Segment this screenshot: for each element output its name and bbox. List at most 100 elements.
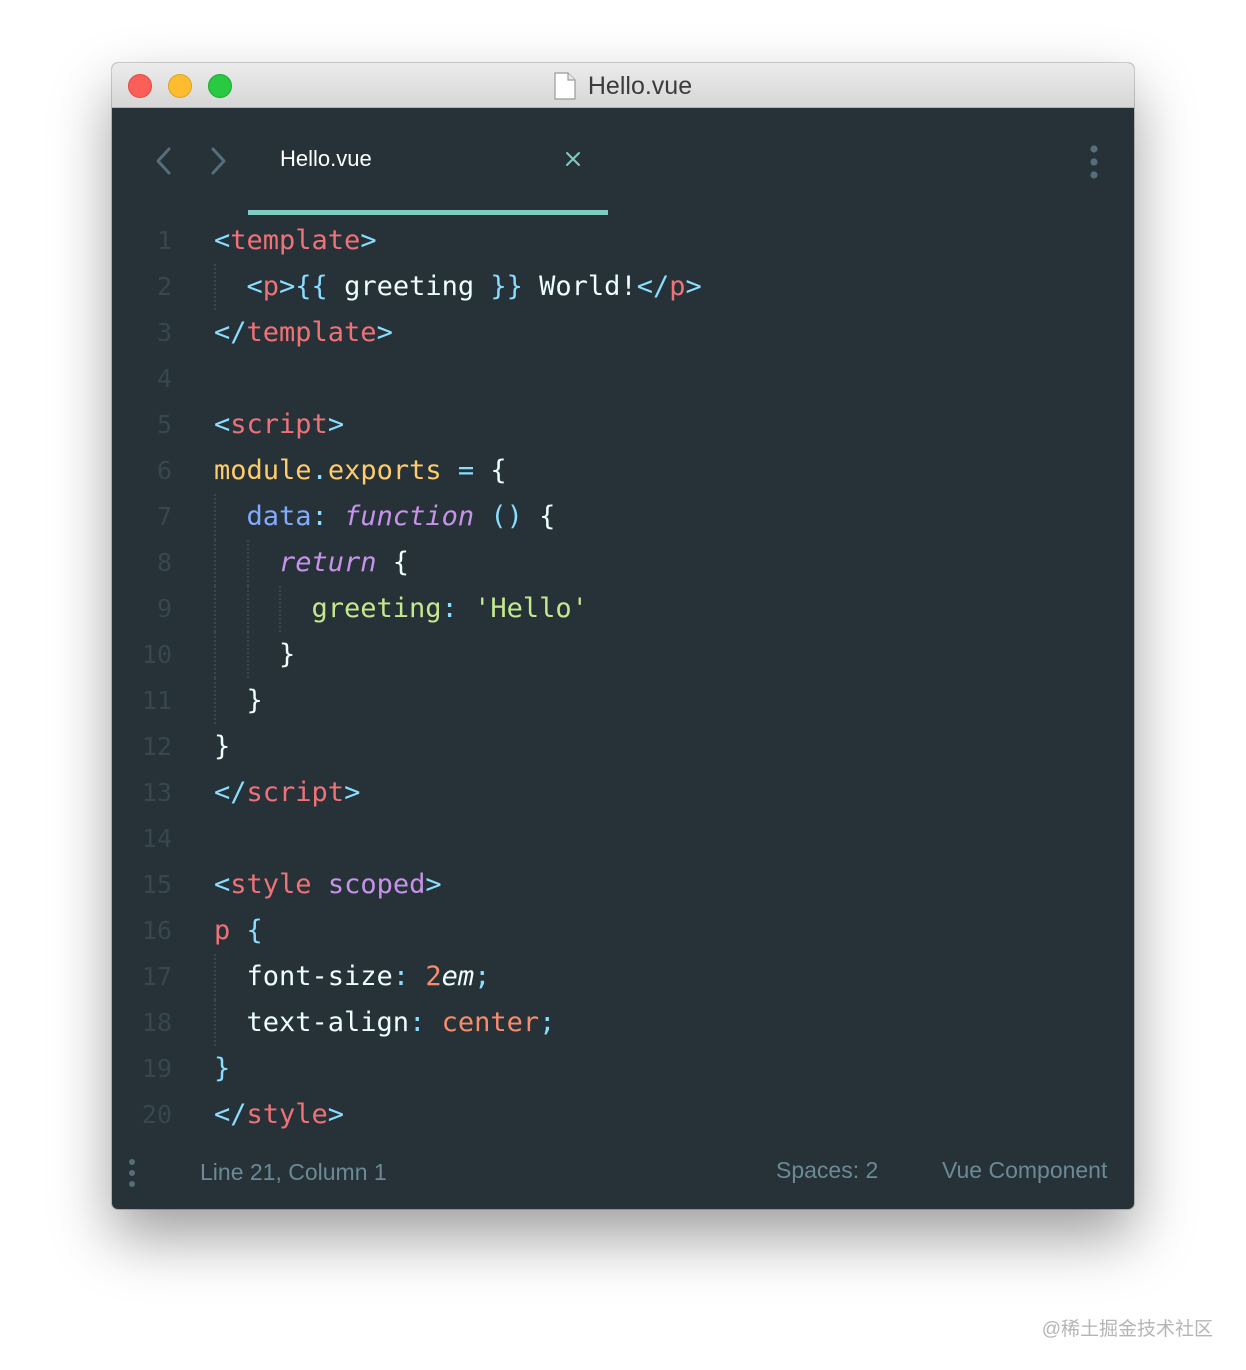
editor-window: Hello.vue Hello.vue 1 <template> 2 <p>{{ gr… [112,63,1134,1209]
code-line[interactable]: 14 [112,816,1134,862]
indentation-setting[interactable]: Spaces: 2 [776,1157,878,1184]
code-editor[interactable]: 1 <template> 2 <p>{{ greeting }} World!</p>… [112,218,1134,1138]
document-icon [554,72,576,100]
code-line[interactable]: 20 </style> [112,1092,1134,1138]
indent-guide [214,264,216,310]
code-token: World! [522,271,637,302]
code-line[interactable]: 1 <template> [112,218,1134,264]
line-number: 1 [156,226,172,255]
vertical-dots-icon[interactable] [1084,144,1104,180]
code-token: ; [474,961,491,992]
code-token: data [246,501,312,532]
watermark: @稀土掘金技术社区 [1041,1319,1213,1340]
indent-guide [214,954,216,1000]
code-token: > [425,869,442,900]
code-line[interactable]: 19} [112,1046,1134,1092]
code-text: } [214,731,230,763]
code-token: = [457,455,475,486]
code-token: > [360,225,377,256]
code-token: </ [214,317,247,348]
line-number: 16 [141,916,172,945]
code-line[interactable]: 8 return { [112,540,1134,586]
line-number: 12 [141,732,172,761]
cursor-position[interactable]: Line 21, Column 1 [200,1159,387,1186]
chevron-left-icon[interactable] [152,144,176,178]
code-token: > [685,271,702,302]
code-token: </ [214,777,247,808]
code-line[interactable]: 7 data: function () { [112,494,1134,540]
code-text: } [279,639,295,671]
code-line[interactable]: 11} [112,678,1134,724]
code-text: data: function () { [247,501,556,533]
code-line[interactable]: 17 font-size: 2em; [112,954,1134,1000]
code-token: } [246,685,263,716]
chevron-right-icon[interactable] [206,144,230,178]
code-token: { [246,915,263,946]
code-line[interactable]: 5 <script> [112,402,1134,448]
code-line[interactable]: 10} [112,632,1134,678]
code-token: module [214,455,312,486]
code-token: </ [214,1099,247,1130]
indent-guide [214,1000,216,1046]
code-text: } [214,1053,230,1085]
code-token: > [376,317,393,348]
line-number: 3 [156,318,172,347]
indent-guide [246,586,249,632]
code-line[interactable]: 3 </template> [112,310,1134,356]
code-token: } [214,1053,231,1084]
indent-guide [246,632,249,678]
code-token: : [311,501,328,532]
line-number: 6 [156,456,172,485]
code-line[interactable]: 9 greeting: 'Hello' [112,586,1134,632]
code-line[interactable]: 13 </script> [112,770,1134,816]
line-number: 15 [141,870,172,899]
code-token: center [441,1007,540,1038]
tab-hello-vue[interactable]: Hello.vue [248,108,608,216]
code-line[interactable]: 15 <style scoped> [112,862,1134,908]
line-number: 8 [156,548,172,577]
code-token: { [522,501,556,532]
code-text: module.exports = { [214,455,507,487]
code-token: </ [636,271,670,302]
code-text: </style> [214,1099,344,1131]
vertical-dots-icon[interactable] [126,1158,138,1188]
code-line[interactable]: 18 text-align: center; [112,1000,1134,1046]
indent-guide [214,632,216,678]
line-number: 18 [141,1008,172,1037]
code-text: <p>{{ greeting }} World!</p> [247,271,702,303]
code-token: template [230,225,361,256]
code-token: scoped [327,869,426,900]
code-token: greeting [311,593,442,624]
indent-guide [279,586,281,632]
indent-guide [214,586,216,632]
code-token: template [246,317,377,348]
code-line[interactable]: 6 module.exports = { [112,448,1134,494]
code-text: <template> [214,225,377,257]
code-line[interactable]: 16 p { [112,908,1134,954]
code-token: > [344,777,361,808]
syntax-mode[interactable]: Vue Component [942,1157,1107,1184]
indent-guide [214,678,216,724]
code-line[interactable]: 4 [112,356,1134,402]
code-token: { [474,455,507,486]
code-token: style [230,869,312,900]
code-token: function [344,501,475,532]
code-token: 'Hello' [474,593,588,624]
code-token: p [262,271,280,302]
indent-guide [214,540,216,586]
line-number: 9 [156,594,172,623]
line-number: 2 [156,272,172,301]
code-token: < [246,271,263,302]
code-token: > [327,409,345,440]
close-icon[interactable] [564,150,582,168]
code-line[interactable]: 12} [112,724,1134,770]
code-token: font-size [246,961,393,992]
code-token: } [214,731,231,762]
code-line[interactable]: 2 <p>{{ greeting }} World!</p> [112,264,1134,310]
